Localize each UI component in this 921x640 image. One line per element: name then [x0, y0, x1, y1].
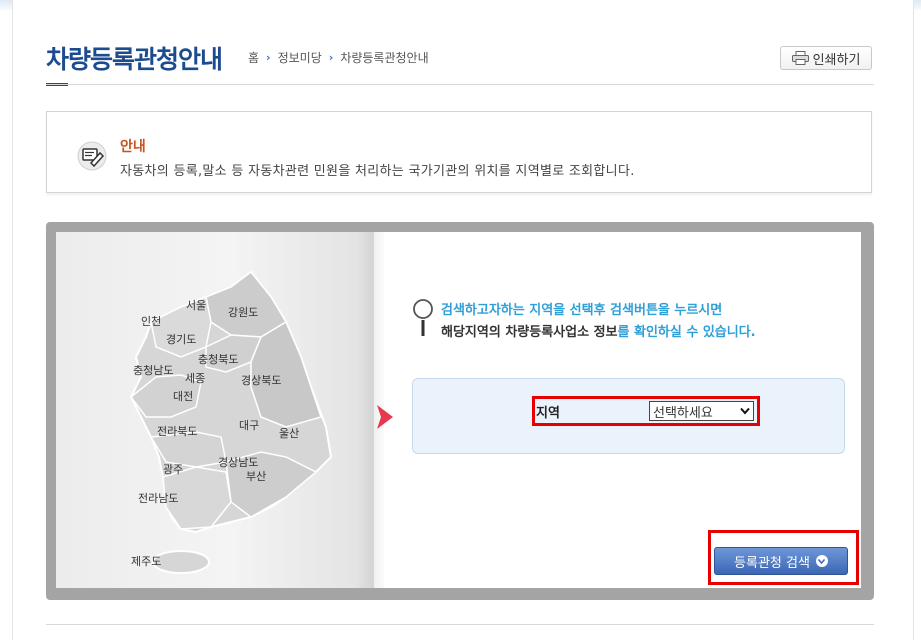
map-page: 서울 인천 강원도 경기도 충청북도 충청남도 세종 대전 경상북도 전라북도 … [56, 232, 374, 588]
region-select[interactable]: 선택하세요 [649, 401, 754, 421]
chevron-right-icon: › [328, 51, 334, 64]
guide-line-2b: 를 확인하실 수 있습니다. [617, 325, 756, 340]
map-label-chungbuk: 충청북도 [198, 353, 238, 366]
map-label-gyeonggi: 경기도 [166, 333, 196, 346]
search-button-label: 등록관청 검색 [734, 555, 810, 571]
info-title: 안내 [120, 139, 146, 155]
map-label-busan: 부산 [246, 470, 266, 483]
breadcrumb: 홈 › 정보미당 › 차량등록관청안내 [248, 49, 429, 66]
note-pencil-icon [77, 141, 107, 171]
region-label: 지역 [536, 406, 560, 421]
map-label-jeonnam: 전라남도 [138, 492, 178, 505]
printer-icon [791, 51, 809, 65]
print-label: 인쇄하기 [812, 52, 861, 68]
map-label-seoul: 서울 [186, 299, 206, 312]
map-label-sejong: 세종 [185, 372, 205, 385]
region-select-value: 선택하세요 [653, 405, 713, 421]
map-label-gyeongbuk: 경상북도 [241, 374, 281, 387]
map-label-gyeongnam: 경상남도 [218, 456, 258, 469]
breadcrumb-current: 차량등록관청안내 [340, 51, 429, 65]
chevron-down-circle-icon [815, 555, 828, 567]
chevron-right-icon: › [266, 51, 271, 64]
print-button[interactable]: 인쇄하기 [780, 46, 872, 70]
guide-line-2a: 해당지역의 차량등록사업소 정보 [441, 325, 618, 340]
map-label-jeonbuk: 전라북도 [157, 425, 197, 438]
region-gangwon[interactable] [205, 270, 288, 338]
arrow-right-icon [377, 405, 393, 429]
region-jeju[interactable] [152, 550, 210, 574]
page-title: 차량등록관청안내 [46, 45, 223, 74]
region-filter-box: 지역 선택하세요 [412, 378, 845, 454]
map-label-chungnam: 충청남도 [133, 364, 173, 377]
search-panel: 서울 인천 강원도 경기도 충청북도 충청남도 세종 대전 경상북도 전라북도 … [46, 222, 874, 600]
info-text: 자동차의 등록,말소 등 자동차관련 민원을 처리하는 국가기관의 위치를 지역… [120, 164, 635, 179]
search-guide-text: 검색하고자하는 지역을 선택후 검색버튼을 누르시면 해당지역의 차량등록사업소… [441, 300, 756, 344]
search-book: 서울 인천 강원도 경기도 충청북도 충청남도 세종 대전 경상북도 전라북도 … [56, 232, 861, 588]
breadcrumb-home[interactable]: 홈 [248, 49, 259, 66]
map-label-ulsan: 울산 [279, 427, 299, 440]
guide-line-1: 검색하고자하는 지역을 선택후 검색버튼을 누르시면 [441, 303, 723, 318]
info-notice: 안내 자동차의 등록,말소 등 자동차관련 민원을 처리하는 국가기관의 위치를… [46, 111, 872, 193]
chevron-down-icon [740, 407, 750, 415]
bottom-divider [46, 624, 874, 625]
map-label-gwangju: 광주 [163, 463, 183, 476]
breadcrumb-info[interactable]: 정보미당 [278, 49, 322, 66]
map-label-gangwon: 강원도 [228, 306, 258, 319]
korea-map: 서울 인천 강원도 경기도 충청북도 충청남도 세종 대전 경상북도 전라북도 … [129, 270, 333, 574]
search-guide-icon [413, 299, 433, 336]
map-label-daegu: 대구 [239, 419, 259, 432]
header-divider [46, 84, 874, 85]
map-label-jeju: 제주도 [131, 555, 161, 568]
registry-search-button[interactable]: 등록관청 검색 [714, 547, 848, 575]
map-label-daejeon: 대전 [173, 390, 193, 403]
map-label-incheon: 인천 [141, 314, 161, 328]
